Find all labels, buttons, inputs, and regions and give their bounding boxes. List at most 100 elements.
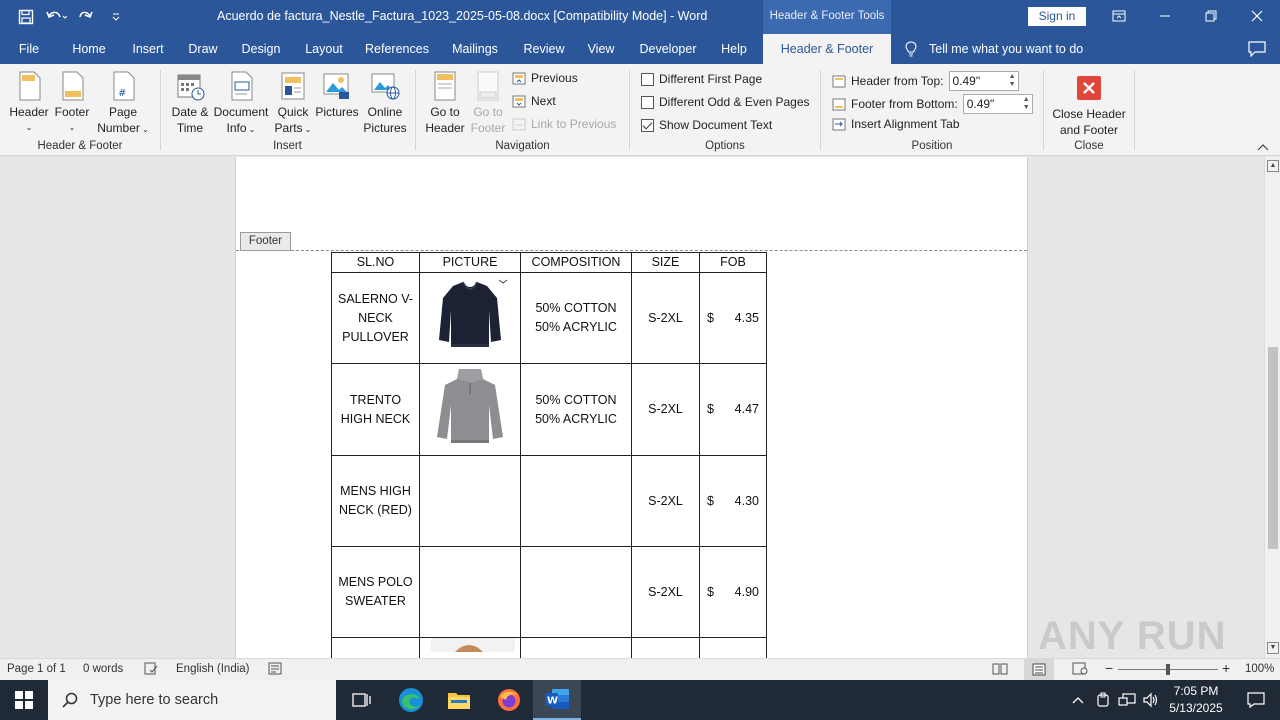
restore-icon[interactable] [1188,0,1234,32]
header-from-top-input[interactable]: 0.49" ▲ ▼ [948,71,1019,91]
edge-browser-icon[interactable] [387,680,435,720]
spinner-arrows-icon[interactable]: ▲ ▼ [1009,73,1016,89]
chevron-down-icon: ⌄ [68,123,76,132]
item-name-line: NECK [358,310,393,325]
header-button[interactable]: Header ⌄ [6,70,52,136]
go-to-footer-button[interactable]: Go to Footer [466,70,510,136]
link-to-previous-button[interactable]: Link to Previous [512,117,616,131]
navy-sweater-image[interactable] [431,276,509,354]
web-layout-icon[interactable] [1072,662,1088,678]
different-first-page-checkbox[interactable]: Different First Page [641,72,762,86]
undo-icon[interactable] [44,6,68,28]
scroll-down-icon[interactable]: ▼ [1267,642,1279,654]
tab-home[interactable]: Home [64,34,114,64]
product-table[interactable]: SL.NO PICTURE COMPOSITION SIZE FOB SALER… [331,252,767,658]
minimize-icon[interactable] [1142,0,1188,32]
notifications-icon[interactable] [1232,680,1280,720]
word-count[interactable]: 0 words [83,663,123,675]
firefox-icon[interactable] [485,680,533,720]
tell-me-box[interactable]: Tell me what you want to do [905,34,1083,64]
zoom-level[interactable]: 100% [1245,663,1274,675]
footer-from-bottom-label: Footer from Bottom: [851,97,958,111]
tab-design[interactable]: Design [234,34,288,64]
system-clock[interactable]: 7:05 PM 5/13/2025 [1160,683,1232,717]
link-icon [512,118,526,130]
volume-icon[interactable] [1140,680,1162,720]
scroll-up-icon[interactable]: ▲ [1267,160,1279,172]
spinner-arrows-icon[interactable]: ▲ ▼ [1023,96,1030,112]
footer-icon [62,71,84,101]
item-name-line: SWEATER [345,594,406,608]
zoom-out-icon[interactable]: − [1105,660,1113,676]
vertical-scrollbar[interactable]: ▲ ▼ [1264,157,1280,658]
brown-sweater-image[interactable] [425,638,515,652]
proofing-icon[interactable] [144,662,158,678]
accessibility-icon[interactable] [268,662,282,678]
footer-from-bottom-input[interactable]: 0.49" ▲ ▼ [962,94,1033,114]
redo-icon[interactable] [74,6,98,28]
table-cell-fob [699,637,767,658]
show-hidden-icons-icon[interactable] [1066,680,1090,720]
word-app-icon[interactable]: W [533,680,581,720]
checkbox-box-checked [641,118,654,132]
close-header-footer-button[interactable]: Close Header and Footer [1048,72,1130,138]
close-header-footer-label-1: Close Header [1052,107,1126,121]
date-time-button[interactable]: Date & Time [166,70,214,136]
grey-sweater-image[interactable] [431,365,509,449]
customize-qat-icon[interactable] [104,6,128,28]
group-separator [629,70,630,150]
next-icon [512,95,526,107]
file-explorer-icon[interactable] [435,680,483,720]
task-view-icon[interactable] [337,680,385,720]
tab-developer[interactable]: Developer [634,34,702,64]
document-info-button[interactable]: Document Info ⌄ [212,70,270,138]
zoom-slider-thumb[interactable] [1166,664,1170,675]
collapse-ribbon-icon[interactable] [1256,141,1270,155]
zoom-in-icon[interactable]: + [1222,660,1230,676]
language-indicator[interactable]: English (India) [176,663,250,675]
previous-button[interactable]: Previous [512,71,578,85]
tab-header-footer[interactable]: Header & Footer [763,34,891,64]
network-icon[interactable] [1115,680,1139,720]
pictures-button[interactable]: Pictures [314,70,360,120]
tab-help[interactable]: Help [714,34,754,64]
save-icon[interactable] [14,6,38,28]
tab-review[interactable]: Review [518,34,570,64]
security-tray-icon[interactable] [1092,680,1114,720]
previous-icon [512,72,526,84]
table-cell-fob: $4.90 [699,546,767,638]
tab-references[interactable]: References [362,34,432,64]
tab-view[interactable]: View [582,34,620,64]
tab-file[interactable]: File [8,34,50,64]
online-pictures-button[interactable]: Online Pictures [360,70,410,136]
document-page[interactable]: Footer SL.NO PICTURE COMPOSITION SIZE FO… [235,157,1028,658]
table-cell-composition: 50% COTTON 50% ACRYLIC [520,363,632,456]
taskbar: Type here to search W 7:05 PM 5/13/2025 [0,680,1280,720]
close-window-icon[interactable] [1234,0,1280,32]
ribbon: Header ⌄ Footer ⌄ # Page Number ⌄ Header… [0,64,1280,156]
start-button[interactable] [0,680,48,720]
quick-parts-button[interactable]: Quick Parts ⌄ [270,70,316,138]
ribbon-display-options-icon[interactable] [1096,0,1142,32]
tab-draw[interactable]: Draw [182,34,224,64]
tab-insert[interactable]: Insert [124,34,172,64]
footer-button[interactable]: Footer ⌄ [50,70,94,136]
print-layout-icon[interactable] [1024,659,1054,680]
windows-logo-icon [15,691,33,709]
page-number-button[interactable]: # Page Number ⌄ [96,70,150,138]
different-odd-even-checkbox[interactable]: Different Odd & Even Pages [641,95,810,109]
page-count[interactable]: Page 1 of 1 [7,663,66,675]
comments-icon[interactable] [1248,41,1266,60]
insert-alignment-tab-button[interactable]: Insert Alignment Tab [832,117,960,131]
tab-mailings[interactable]: Mailings [446,34,504,64]
header-label: Header [9,105,49,119]
footer-from-bottom-value: 0.49" [966,97,995,111]
tab-layout[interactable]: Layout [298,34,350,64]
go-to-header-button[interactable]: Go to Header [422,70,468,136]
read-mode-icon[interactable] [992,662,1008,678]
next-button[interactable]: Next [512,94,556,108]
sign-in-button[interactable]: Sign in [1028,7,1086,26]
show-document-text-checkbox[interactable]: Show Document Text [641,118,772,132]
scrollbar-thumb[interactable] [1268,347,1278,549]
taskbar-search-box[interactable]: Type here to search [48,680,336,720]
